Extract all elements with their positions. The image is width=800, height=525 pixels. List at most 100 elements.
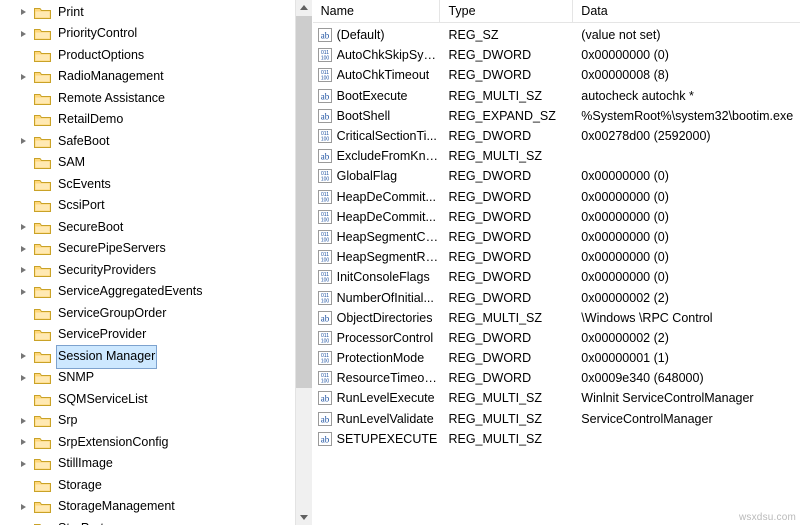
tree-item[interactable]: SQMServiceList (0, 389, 296, 411)
tree-item[interactable]: ProductOptions (0, 45, 296, 67)
chevron-right-icon[interactable] (18, 286, 31, 299)
tree-item[interactable]: SafeBoot (0, 131, 296, 153)
tree-item[interactable]: SAM (0, 153, 296, 175)
chevron-right-icon[interactable] (18, 6, 31, 19)
column-header-type[interactable]: Type (440, 0, 574, 22)
string-value-icon: ab (317, 108, 332, 123)
value-data-cell: 0x00000002 (2) (581, 290, 669, 305)
chevron-right-icon[interactable] (18, 28, 31, 41)
chevron-right-icon[interactable] (18, 372, 31, 385)
folder-icon (34, 371, 51, 385)
table-row[interactable]: 011 100 HeapDeCommit... REG_DWORD 0x00000000… (313, 207, 800, 227)
tree-item[interactable]: ScsiPort (0, 196, 296, 218)
value-type-cell: REG_MULTI_SZ (448, 411, 542, 426)
tree-item[interactable]: Print (0, 2, 296, 24)
table-row[interactable]: ab SETUPEXECUTE REG_MULTI_SZ (313, 429, 800, 449)
value-name-cell: ab SETUPEXECUTE (313, 431, 441, 446)
scroll-up-icon[interactable] (295, 0, 312, 16)
table-row[interactable]: 011 100 InitConsoleFlags REG_DWORD 0x0000000… (313, 267, 800, 287)
table-row[interactable]: 011 100 ResourceTimeou... REG_DWORD 0x0009e3… (313, 368, 800, 388)
table-row[interactable]: ab RunLevelValidate REG_MULTI_SZ ServiceCon… (313, 409, 800, 429)
expander-placeholder (18, 307, 31, 320)
tree-item[interactable]: SecureBoot (0, 217, 296, 239)
tree-item[interactable]: RetailDemo (0, 110, 296, 132)
tree-item[interactable]: SecurePipeServers (0, 239, 296, 261)
tree-item[interactable]: Storage (0, 475, 296, 497)
tree-item[interactable]: SrpExtensionConfig (0, 432, 296, 454)
tree-item[interactable]: ServiceProvider (0, 325, 296, 347)
folder-icon (34, 49, 51, 63)
value-name-cell: 011 100 CriticalSectionTi... (313, 129, 441, 144)
tree-item[interactable]: StillImage (0, 454, 296, 476)
value-type-cell: REG_DWORD (448, 229, 532, 244)
table-row[interactable]: ab RunLevelExecute REG_MULTI_SZ Winlnit Ser… (313, 388, 800, 408)
chevron-right-icon[interactable] (18, 264, 31, 277)
chevron-right-icon[interactable] (18, 501, 31, 514)
value-type-cell: REG_DWORD (448, 371, 532, 386)
table-row[interactable]: 011 100 GlobalFlag REG_DWORD 0x00000000 (0) (313, 166, 800, 186)
column-header-data[interactable]: Data (573, 0, 800, 22)
value-name-cell: 011 100 GlobalFlag (313, 169, 441, 184)
tree-item[interactable]: Srp (0, 411, 296, 433)
table-row[interactable]: 011 100 AutoChkSkipSyst... REG_DWORD 0x00000… (313, 45, 800, 65)
tree-vertical-scrollbar[interactable] (294, 0, 312, 525)
chevron-right-icon[interactable] (18, 436, 31, 449)
table-row[interactable]: 011 100 HeapSegmentCo... REG_DWORD 0x0000000… (313, 227, 800, 247)
value-name-cell: ab BootExecute (313, 88, 441, 103)
scroll-down-icon[interactable] (295, 509, 312, 525)
value-type-cell: REG_EXPAND_SZ (448, 108, 556, 123)
column-header-name[interactable]: Name (313, 0, 441, 22)
table-row[interactable]: 011 100 AutoChkTimeout REG_DWORD 0x00000008 … (313, 65, 800, 85)
tree-item[interactable]: RadioManagement (0, 67, 296, 89)
table-row[interactable]: ab BootExecute REG_MULTI_SZ autocheck autoc… (313, 86, 800, 106)
value-type-cell: REG_DWORD (448, 290, 532, 305)
value-data-cell: ServiceControlManager (581, 411, 713, 426)
tree-scrollbar-thumb[interactable] (295, 16, 312, 388)
chevron-right-icon[interactable] (18, 71, 31, 84)
chevron-right-icon[interactable] (18, 350, 31, 363)
tree-item[interactable]: PriorityControl (0, 24, 296, 46)
tree-item[interactable]: ServiceAggregatedEvents (0, 282, 296, 304)
chevron-right-icon[interactable] (18, 135, 31, 148)
value-type-cell: REG_DWORD (448, 189, 532, 204)
table-row[interactable]: 011 100 HeapSegmentRe... REG_DWORD 0x0000000… (313, 247, 800, 267)
tree-item[interactable]: ServiceGroupOrder (0, 303, 296, 325)
value-type-cell: REG_MULTI_SZ (448, 391, 542, 406)
value-name-text: BootShell (336, 108, 391, 123)
expander-placeholder (18, 393, 31, 406)
chevron-right-icon[interactable] (18, 415, 31, 428)
tree-item[interactable]: StorageManagement (0, 497, 296, 519)
table-row[interactable]: 011 100 ProcessorControl REG_DWORD 0x0000000… (313, 328, 800, 348)
table-row[interactable]: ab ObjectDirectories REG_MULTI_SZ \Windows … (313, 308, 800, 328)
table-row[interactable]: 011 100 ProtectionMode REG_DWORD 0x00000001 … (313, 348, 800, 368)
tree-item[interactable]: ScEvents (0, 174, 296, 196)
table-row[interactable]: ab BootShell REG_EXPAND_SZ %SystemRoot%\sys… (313, 106, 800, 126)
table-row[interactable]: 011 100 NumberOfInitial... REG_DWORD 0x00000… (313, 287, 800, 307)
table-row[interactable]: ab ExcludeFromKno... REG_MULTI_SZ (313, 146, 800, 166)
chevron-right-icon[interactable] (18, 221, 31, 234)
table-row[interactable]: ab (Default) REG_SZ (value not set) (313, 25, 800, 45)
svg-text:100: 100 (320, 298, 329, 304)
registry-key-tree[interactable]: Print PriorityControl ProductOptions RadioM… (0, 0, 296, 525)
svg-text:100: 100 (320, 137, 329, 143)
registry-values-pane: Name Type Data ab (Default) REG_SZ (value n… (312, 0, 800, 525)
tree-item[interactable]: SecurityProviders (0, 260, 296, 282)
chevron-right-icon[interactable] (18, 458, 31, 471)
values-list[interactable]: ab (Default) REG_SZ (value not set) 011 100 Au… (313, 23, 800, 449)
value-name-cell: 011 100 InitConsoleFlags (313, 270, 441, 285)
tree-item[interactable]: Remote Assistance (0, 88, 296, 110)
folder-icon (34, 350, 51, 364)
value-data-cell: (value not set) (581, 28, 661, 43)
tree-item[interactable]: StorPort (0, 518, 296, 525)
value-type-cell: REG_SZ (448, 28, 499, 43)
chevron-right-icon[interactable] (18, 243, 31, 256)
value-data-cell: 0x00000000 (0) (581, 48, 669, 63)
tree-item[interactable]: SNMP (0, 368, 296, 390)
table-row[interactable]: 011 100 HeapDeCommit... REG_DWORD 0x00000000… (313, 187, 800, 207)
binary-value-icon: 011 100 (317, 371, 332, 386)
value-type-cell: REG_DWORD (448, 250, 532, 265)
tree-item[interactable]: Session Manager (0, 344, 296, 369)
value-type-cell: REG_DWORD (448, 129, 532, 144)
binary-value-icon: 011 100 (317, 209, 332, 224)
table-row[interactable]: 011 100 CriticalSectionTi... REG_DWORD 0x002… (313, 126, 800, 146)
